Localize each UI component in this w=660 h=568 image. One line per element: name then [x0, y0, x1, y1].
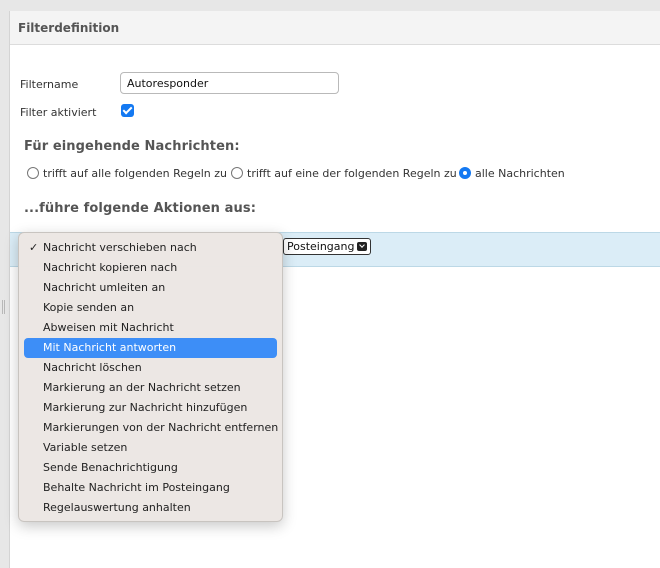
folder-select[interactable]: Posteingang [283, 238, 371, 255]
checkmark-icon: ✓ [29, 241, 39, 254]
menu-item-remove-flags[interactable]: Markierungen von der Nachricht entfernen [24, 418, 279, 438]
resize-handle[interactable] [2, 300, 5, 314]
menu-item-move[interactable]: ✓ Nachricht verschieben nach [24, 238, 277, 258]
menu-item-copy[interactable]: Nachricht kopieren nach [24, 258, 277, 278]
panel-header: Filterdefinition [10, 11, 660, 45]
left-gutter [0, 0, 9, 568]
filter-active-checkbox[interactable] [121, 104, 134, 117]
menu-item-keep[interactable]: Behalte Nachricht im Posteingang [24, 478, 277, 498]
menu-item-set-flag[interactable]: Markierung an der Nachricht setzen [24, 378, 277, 398]
menu-item-send-copy[interactable]: Kopie senden an [24, 298, 277, 318]
window-top-bar [0, 0, 660, 11]
menu-item-delete[interactable]: Nachricht löschen [24, 358, 277, 378]
chevron-down-icon [357, 242, 367, 251]
menu-item-label: Nachricht löschen [43, 361, 142, 374]
radio-any-rule[interactable] [231, 167, 243, 179]
menu-item-set-variable[interactable]: Variable setzen [24, 438, 277, 458]
radio-all-messages[interactable] [459, 167, 471, 179]
actions-section-title: ...führe folgende Aktionen aus: [24, 201, 257, 216]
panel-title: Filterdefinition [18, 21, 120, 35]
menu-item-redirect[interactable]: Nachricht umleiten an [24, 278, 277, 298]
radio-all-messages-label[interactable]: alle Nachrichten [475, 167, 565, 180]
filtername-label: Filtername [20, 78, 79, 91]
menu-item-label: Abweisen mit Nachricht [43, 321, 174, 334]
menu-item-reject[interactable]: Abweisen mit Nachricht [24, 318, 277, 338]
menu-item-label: Nachricht verschieben nach [43, 241, 197, 254]
menu-item-label: Mit Nachricht antworten [43, 341, 177, 354]
menu-item-reply[interactable]: Mit Nachricht antworten [24, 338, 277, 358]
menu-item-label: Behalte Nachricht im Posteingang [43, 481, 230, 494]
menu-item-notify[interactable]: Sende Benachrichtigung [24, 458, 277, 478]
menu-item-label: Regelauswertung anhalten [43, 501, 191, 514]
menu-item-label: Sende Benachrichtigung [43, 461, 178, 474]
filtername-input[interactable] [120, 72, 339, 94]
action-dropdown-menu: ✓ Nachricht verschieben nach Nachricht k… [18, 232, 283, 522]
menu-item-label: Nachricht kopieren nach [43, 261, 178, 274]
menu-item-label: Markierung zur Nachricht hinzufügen [43, 401, 248, 414]
menu-item-add-flag[interactable]: Markierung zur Nachricht hinzufügen [24, 398, 277, 418]
incoming-section-title: Für eingehende Nachrichten: [24, 139, 240, 154]
menu-item-label: Variable setzen [43, 441, 128, 454]
menu-item-label: Kopie senden an [43, 301, 135, 314]
radio-any-rule-label[interactable]: trifft auf eine der folgenden Regeln zu [247, 167, 457, 180]
menu-item-stop[interactable]: Regelauswertung anhalten [24, 498, 277, 518]
filter-active-label: Filter aktiviert [20, 106, 97, 119]
radio-all-rules[interactable] [27, 167, 39, 179]
radio-all-rules-label[interactable]: trifft auf alle folgenden Regeln zu [43, 167, 227, 180]
menu-item-label: Markierungen von der Nachricht entfernen [43, 421, 279, 434]
menu-item-label: Nachricht umleiten an [43, 281, 166, 294]
folder-select-value: Posteingang [287, 240, 355, 253]
menu-item-label: Markierung an der Nachricht setzen [43, 381, 241, 394]
